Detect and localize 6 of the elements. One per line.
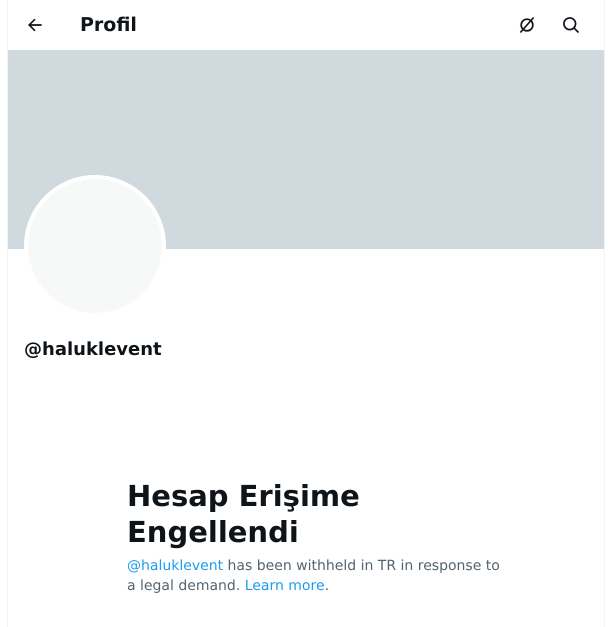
text-link[interactable]: Learn more [244, 578, 325, 594]
notice-title: Hesap Erişime Engellendi [127, 478, 361, 550]
username: @haluklevent [23, 339, 163, 360]
notice-message: @haluklevent has been withheld in TR in response to a legal demand. Learn more. [127, 557, 501, 596]
text-link[interactable]: @haluklevent [127, 558, 224, 574]
page-title: Profil [80, 14, 138, 36]
